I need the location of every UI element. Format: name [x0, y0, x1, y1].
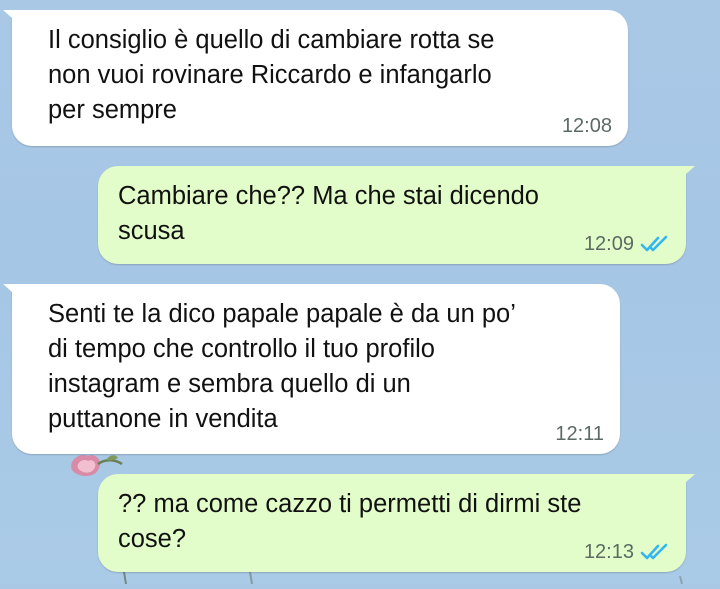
message-text: Senti te la dico papale papale è da un p… [48, 300, 516, 433]
message-text: Cambiare che?? Ma che stai dicendo scusa [118, 182, 539, 245]
message-time: 12:09 [583, 233, 634, 255]
message-meta: 12:11 [555, 422, 604, 446]
message-text: Il consiglio è quello di cambiare rotta … [48, 26, 495, 124]
message-time: 12:13 [583, 541, 634, 563]
bubble-tail [3, 284, 21, 300]
bubble-tail [677, 166, 695, 182]
double-check-read-icon [640, 235, 668, 252]
message-meta: 12:09 [584, 232, 670, 256]
message-bubble-incoming[interactable]: Senti te la dico papale papale è da un p… [3, 284, 620, 454]
message-meta: 12:13 [584, 540, 670, 564]
bubble-tail [677, 474, 695, 490]
message-time: 12:08 [561, 115, 612, 137]
message-time: 12:11 [555, 423, 604, 445]
message-meta: 12:08 [562, 114, 612, 138]
double-check-read-icon [640, 543, 668, 560]
message-bubble-outgoing[interactable]: ?? ma come cazzo ti permetti di dirmi st… [98, 474, 695, 572]
message-text: ?? ma come cazzo ti permetti di dirmi st… [118, 490, 582, 553]
message-bubble-outgoing[interactable]: Cambiare che?? Ma che stai dicendo scusa… [98, 166, 695, 264]
message-bubble-incoming[interactable]: Il consiglio è quello di cambiare rotta … [3, 10, 628, 146]
bubble-tail [3, 10, 21, 26]
